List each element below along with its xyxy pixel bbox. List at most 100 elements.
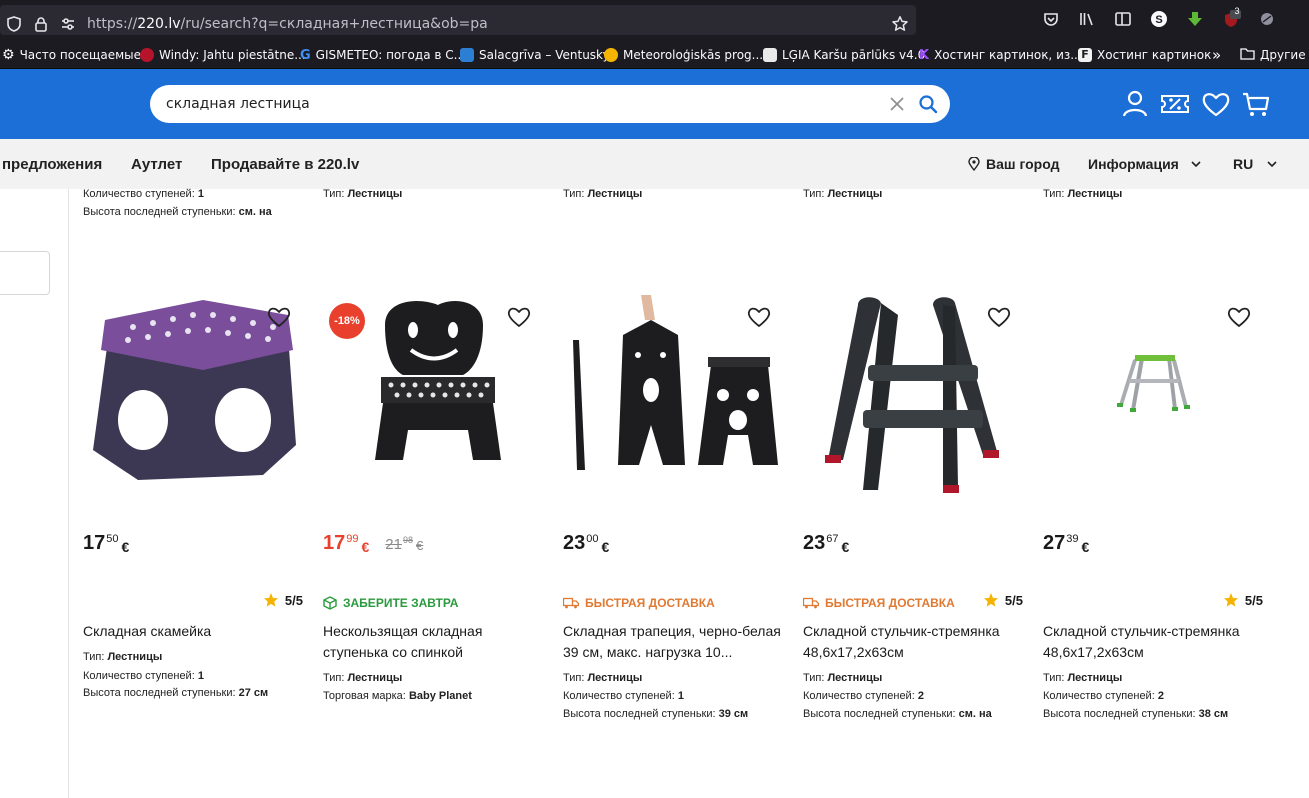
- package-icon: [323, 596, 337, 610]
- folder-icon: [1240, 47, 1255, 63]
- delivery-truck-icon: [563, 597, 579, 609]
- prev-row-attr: Тип: Лестницы: [563, 188, 643, 200]
- f-icon: F: [1078, 48, 1092, 62]
- info-label: Информация: [1088, 156, 1179, 172]
- price-integer: 27: [1043, 532, 1066, 554]
- cart-icon[interactable]: [1241, 89, 1271, 119]
- language-label: RU: [1233, 156, 1254, 172]
- product-card[interactable]: 17 50 € 5/5 Складная скамейка Тип: Лестн…: [83, 290, 313, 730]
- bookmark-label: LĢIA Karšu pārlūks v4.0: [782, 48, 926, 62]
- add-to-wishlist-heart-icon[interactable]: [746, 304, 772, 330]
- url-domain: 220.lv: [137, 16, 181, 32]
- bookmark-item-4[interactable]: Meteoroloģiskās prog...: [604, 46, 763, 64]
- price-decimal: 00: [586, 533, 599, 545]
- product-attr: Тип: Лестницы: [1043, 672, 1123, 684]
- product-attr: Количество ступеней: 2: [1043, 690, 1164, 702]
- nav-item-outlet[interactable]: Аутлет: [131, 156, 182, 173]
- product-card[interactable]: 27 39 € 5/5 Складной стульчик-стремянка …: [1043, 290, 1273, 730]
- discount-coupon-icon[interactable]: [1160, 89, 1190, 119]
- pocket-icon[interactable]: [1041, 10, 1061, 30]
- bookmarks-overflow-chevron[interactable]: »: [1212, 46, 1221, 64]
- search-icon[interactable]: [918, 94, 938, 114]
- badge-label: БЫСТРАЯ ДОСТАВКА: [825, 596, 955, 610]
- bookmark-item-5[interactable]: LĢIA Karšu pārlūks v4.0: [763, 46, 925, 64]
- extension-s-icon[interactable]: S: [1149, 10, 1169, 30]
- bookmark-item-8[interactable]: Другие з: [1240, 46, 1309, 64]
- info-dropdown[interactable]: Информация: [1088, 156, 1203, 172]
- ublock-icon[interactable]: 3: [1221, 7, 1241, 30]
- product-card[interactable]: 23 67 € БЫСТРАЯ ДОСТАВКА 5/5 Складной ст…: [803, 290, 1033, 730]
- address-bar[interactable]: https://220.lv/ru/search?q=складная+лест…: [0, 5, 916, 35]
- rating: 5/5: [263, 592, 303, 608]
- city-selector[interactable]: Ваш город: [968, 156, 1059, 172]
- download-icon[interactable]: [1185, 10, 1205, 30]
- extension-disc-icon[interactable]: [1257, 10, 1277, 30]
- search-input[interactable]: складная лестница: [166, 96, 310, 112]
- price: 17 50 €: [83, 532, 129, 555]
- double-chevron-icon: »: [1212, 46, 1222, 64]
- prev-row-attr: Тип: Лестницы: [1043, 188, 1123, 200]
- shield-icon[interactable]: [4, 15, 24, 35]
- url-prefix: https://: [87, 16, 138, 32]
- wishlist-heart-icon[interactable]: [1201, 89, 1231, 119]
- price-integer: 23: [803, 532, 826, 554]
- product-title[interactable]: Складной стульчик-стремянка 48,6х17,2х63…: [803, 621, 1028, 663]
- old-price-integer: 21: [385, 536, 402, 553]
- product-title[interactable]: Складная трапеция, черно-белая 39 см, ма…: [563, 621, 788, 663]
- lock-icon[interactable]: [31, 15, 51, 35]
- price-decimal: 99: [346, 533, 359, 545]
- old-price-currency: €: [416, 538, 424, 553]
- product-attr: Количество ступеней: 1: [563, 690, 684, 702]
- bookmark-item-0[interactable]: ⚙ Часто посещаемые: [2, 46, 141, 64]
- url-path: /ru/search?q=складная+лестница&ob=pa: [180, 16, 488, 32]
- product-attr: Количество ступеней: 1: [83, 670, 204, 682]
- product-attr: Тип: Лестницы: [563, 672, 643, 684]
- bookmark-star-icon[interactable]: [890, 15, 910, 35]
- add-to-wishlist-heart-icon[interactable]: [266, 304, 292, 330]
- url-text[interactable]: https://220.lv/ru/search?q=складная+лест…: [87, 16, 488, 32]
- location-pin-icon: [968, 157, 980, 171]
- user-icon[interactable]: [1120, 89, 1150, 119]
- nav-item-offers[interactable]: предложения: [2, 156, 102, 173]
- sidebar-filter-input[interactable]: [0, 251, 50, 295]
- product-title[interactable]: Нескользящая складная ступенька со спинк…: [323, 621, 548, 663]
- rating-value: 5/5: [1004, 592, 1023, 608]
- language-dropdown[interactable]: RU: [1233, 156, 1279, 172]
- bookmark-item-6[interactable]: K Хостинг картинок, из...: [919, 46, 1082, 64]
- city-label: Ваш город: [986, 156, 1060, 172]
- browser-toolbar: https://220.lv/ru/search?q=складная+лест…: [0, 0, 1309, 40]
- clear-search-icon[interactable]: [886, 93, 908, 115]
- nav-item-sell[interactable]: Продавайте в 220.lv: [211, 156, 359, 173]
- product-card[interactable]: -18% 17 99 € 21 98 € ЗАБЕРИТЕ ЗАВТРА Нес…: [323, 290, 553, 730]
- product-attr: Высота последней ступеньки: см. на: [803, 708, 992, 720]
- map-icon: [763, 48, 777, 62]
- prev-row-attr: Тип: Лестницы: [803, 188, 883, 200]
- pickup-badge: ЗАБЕРИТЕ ЗАВТРА: [323, 596, 458, 610]
- product-attr: Торговая марка: Baby Planet: [323, 690, 472, 702]
- old-price-decimal: 98: [402, 535, 413, 545]
- bookmark-item-1[interactable]: Windy: Jahtu piestātne...: [140, 46, 306, 64]
- fast-delivery-badge: БЫСТРАЯ ДОСТАВКА: [803, 596, 955, 610]
- page-settings-icon[interactable]: [58, 15, 78, 35]
- product-attr: Количество ступеней: 2: [803, 690, 924, 702]
- main-nav: предложения Аутлет Продавайте в 220.lv В…: [0, 139, 1309, 189]
- svg-text:S: S: [1155, 14, 1162, 26]
- sidebar-divider: [68, 189, 69, 798]
- gear-icon: ⚙: [2, 47, 15, 63]
- add-to-wishlist-heart-icon[interactable]: [986, 304, 1012, 330]
- product-title[interactable]: Складной стульчик-стремянка 48,6х17,2х63…: [1043, 621, 1268, 663]
- product-attr: Тип: Лестницы: [803, 672, 883, 684]
- sidebar-toggle-icon[interactable]: [1113, 10, 1133, 30]
- product-attr: Тип: Лестницы: [83, 651, 163, 663]
- bookmark-label: Windy: Jahtu piestātne...: [159, 48, 306, 62]
- add-to-wishlist-heart-icon[interactable]: [506, 304, 532, 330]
- product-card[interactable]: 23 00 € БЫСТРАЯ ДОСТАВКА Складная трапец…: [563, 290, 793, 730]
- bookmark-item-3[interactable]: Salacgrīva – Ventusky: [460, 46, 610, 64]
- bookmark-item-7[interactable]: F Хостинг картинок: [1078, 46, 1211, 64]
- bookmark-item-2[interactable]: G GISMETEO: погода в С...: [300, 46, 465, 64]
- search-box[interactable]: складная лестница: [150, 85, 950, 123]
- add-to-wishlist-heart-icon[interactable]: [1226, 304, 1252, 330]
- product-title[interactable]: Складная скамейка: [83, 621, 308, 642]
- library-icon[interactable]: [1077, 10, 1097, 30]
- bookmarks-toolbar: ⚙ Часто посещаемые Windy: Jahtu piestātn…: [0, 40, 1309, 69]
